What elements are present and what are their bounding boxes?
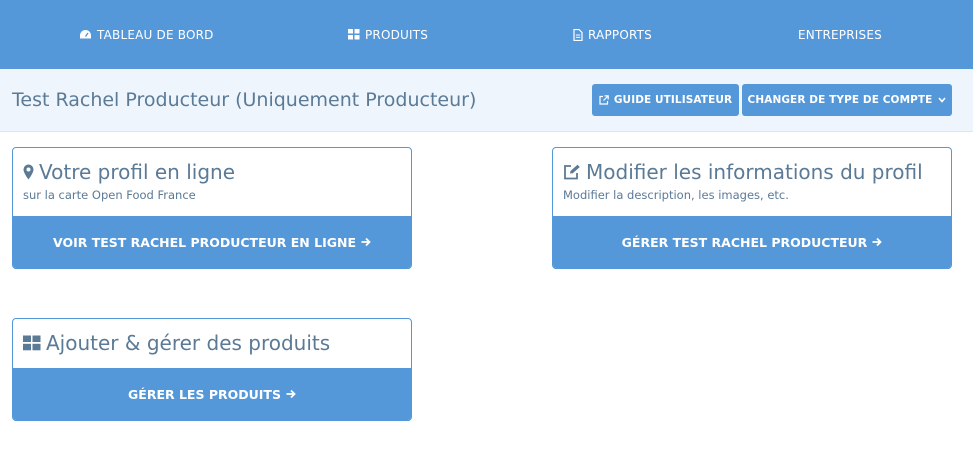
nav-item-products-label: PRODUITS — [365, 27, 429, 42]
view-profile-online-label: VOIR TEST RACHEL PRODUCTEUR EN LIGNE — [53, 234, 356, 250]
arrow-right-icon — [361, 237, 371, 247]
manage-producer-button[interactable]: GÉRER TEST RACHEL PRODUCTEUR — [553, 216, 951, 268]
nav-item-products[interactable]: PRODUITS — [348, 0, 428, 69]
products-card-header: Ajouter & gérer des produits — [13, 319, 411, 368]
page-title: Test Rachel Producteur (Uniquement Produ… — [12, 89, 477, 111]
edit-profile-card: Modifier les informations du profil Modi… — [552, 147, 952, 269]
grid-icon — [348, 29, 360, 40]
nav-item-reports[interactable]: RAPPORTS — [573, 0, 652, 69]
external-link-icon — [599, 95, 609, 105]
edit-profile-subtitle: Modifier la description, les images, etc… — [563, 188, 789, 202]
online-profile-card: Votre profil en ligne sur la carte Open … — [12, 147, 412, 269]
nav-item-reports-label: RAPPORTS — [588, 27, 652, 42]
online-profile-subtitle: sur la carte Open Food France — [23, 188, 196, 202]
user-guide-label: GUIDE UTILISATEUR — [613, 94, 733, 106]
chevron-down-icon — [938, 97, 947, 103]
arrow-right-icon — [286, 389, 296, 399]
nav-item-enterprises-label: ENTREPRISES — [798, 27, 882, 42]
edit-profile-card-title-row: Modifier les informations du profil — [563, 160, 941, 184]
user-guide-button[interactable]: GUIDE UTILISATEUR — [592, 84, 739, 116]
products-card: Ajouter & gérer des produits GÉRER LES P… — [12, 318, 412, 421]
grid-icon — [23, 335, 41, 351]
page-header: Test Rachel Producteur (Uniquement Produ… — [0, 69, 973, 132]
edit-profile-title: Modifier les informations du profil — [586, 160, 923, 184]
edit-profile-card-header: Modifier les informations du profil Modi… — [553, 148, 951, 216]
nav-item-dashboard[interactable]: TABLEAU DE BORD — [79, 0, 214, 69]
online-profile-card-title-row: Votre profil en ligne — [23, 160, 401, 184]
map-marker-icon — [23, 164, 34, 180]
nav-item-dashboard-label: TABLEAU DE BORD — [97, 27, 214, 42]
manage-products-button[interactable]: GÉRER LES PRODUITS — [13, 368, 411, 420]
products-title: Ajouter & gérer des produits — [46, 331, 331, 355]
change-account-type-label: CHANGER DE TYPE DE COMPTE — [747, 94, 933, 106]
view-profile-online-button[interactable]: VOIR TEST RACHEL PRODUCTEUR EN LIGNE — [13, 216, 411, 268]
manage-products-label: GÉRER LES PRODUITS — [128, 386, 281, 402]
file-icon — [573, 28, 583, 41]
products-card-title-row: Ajouter & gérer des produits — [23, 331, 401, 355]
arrow-right-icon — [872, 237, 883, 247]
change-account-type-button[interactable]: CHANGER DE TYPE DE COMPTE — [742, 84, 952, 116]
edit-icon — [564, 164, 580, 180]
online-profile-title: Votre profil en ligne — [39, 160, 236, 184]
nav-item-enterprises[interactable]: ENTREPRISES — [798, 0, 882, 69]
online-profile-card-header: Votre profil en ligne sur la carte Open … — [13, 148, 411, 216]
top-navigation: TABLEAU DE BORD PRODUITS RAPPORTS ENTREP… — [0, 0, 973, 69]
manage-producer-label: GÉRER TEST RACHEL PRODUCTEUR — [621, 234, 868, 250]
dashboard-icon — [80, 30, 91, 39]
